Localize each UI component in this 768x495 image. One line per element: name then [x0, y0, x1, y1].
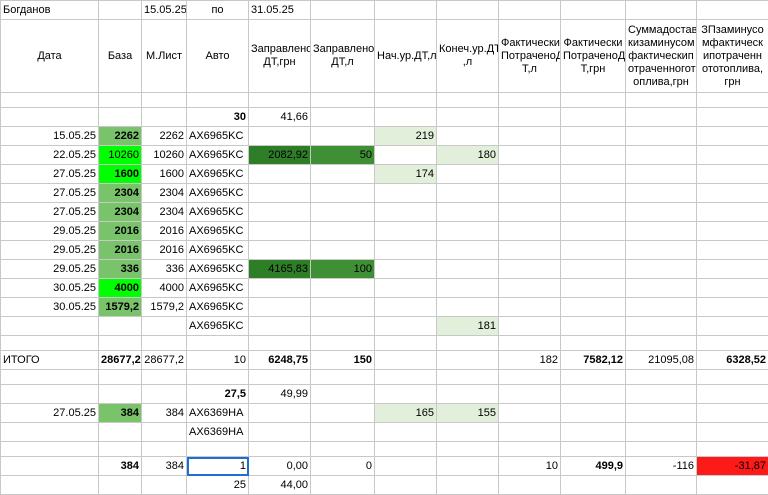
- cell-auto-sum[interactable]: 30: [187, 108, 249, 127]
- spacer-row: [1, 336, 768, 351]
- cell-date-to[interactable]: 31.05.25: [249, 1, 311, 20]
- spacer-row: [1, 93, 768, 108]
- header-cell[interactable]: Дата: [1, 20, 99, 93]
- table-row: 27.05.25 384 384 AX6369HA 165 155: [1, 404, 768, 423]
- itogo-row: ИТОГО 28677,2 28677,2 10 6248,75 150 182…: [1, 351, 768, 370]
- table-row: 15.05.25 2262 2262 AX6965KC 219: [1, 127, 768, 146]
- header-cell[interactable]: Суммадостав кизаминусом фактическип отра…: [626, 20, 697, 93]
- partial-row: 25 44,00: [1, 476, 768, 495]
- table-row: 27.05.25 2304 2304 AX6965KC: [1, 203, 768, 222]
- header-cell[interactable]: Конеч.ур.ДТ ,л: [437, 20, 499, 93]
- header-cell[interactable]: Авто: [187, 20, 249, 93]
- cell-name[interactable]: Богданов: [1, 1, 99, 20]
- subtotal-row: 30 41,66: [1, 108, 768, 127]
- cell-zapr-grn-sum[interactable]: 41,66: [249, 108, 311, 127]
- table-row: 27.05.25 2304 2304 AX6965KC: [1, 184, 768, 203]
- header-cell[interactable]: М.Лист: [142, 20, 187, 93]
- header-cell[interactable]: Фактически ПотраченоД Т,грн: [561, 20, 626, 93]
- cell-date-from[interactable]: 15.05.25: [142, 1, 187, 20]
- table-row: AX6369HA: [1, 423, 768, 442]
- itogo-label[interactable]: ИТОГО: [1, 351, 99, 370]
- subtotal-row: 27,5 49,99: [1, 385, 768, 404]
- selected-cell[interactable]: 1: [187, 457, 249, 476]
- total-row-2: 384 384 1 0,00 0 10 499,9 -116 -31,87: [1, 457, 768, 476]
- top-row: Богданов 15.05.25 по 31.05.25: [1, 1, 768, 20]
- spacer-row: [1, 442, 768, 457]
- table-row: 30.05.25 4000 4000 AX6965KC: [1, 279, 768, 298]
- header-cell[interactable]: База: [99, 20, 142, 93]
- cell-po[interactable]: по: [187, 1, 249, 20]
- table-row: 29.05.25 336 336 AX6965KC 4165,83 100: [1, 260, 768, 279]
- table-row: 29.05.25 2016 2016 AX6965KC: [1, 222, 768, 241]
- spacer-row: [1, 370, 768, 385]
- table-row: AX6965KC 181: [1, 317, 768, 336]
- header-cell[interactable]: Нач.ур.ДТ,л: [375, 20, 437, 93]
- header-cell[interactable]: Заправлено ДТ,грн: [249, 20, 311, 93]
- table-row: 22.05.25 10260 10260 AX6965KC 2082,92 50…: [1, 146, 768, 165]
- sheet-table: Богданов 15.05.25 по 31.05.25 Дата База …: [0, 0, 768, 495]
- table-row: 29.05.25 2016 2016 AX6965KC: [1, 241, 768, 260]
- header-cell[interactable]: ЗПзаминусо мфактическ ипотраченн ототопл…: [697, 20, 768, 93]
- spreadsheet: Богданов 15.05.25 по 31.05.25 Дата База …: [0, 0, 768, 412]
- table-row: 30.05.25 1579,2 1579,2 AX6965KC: [1, 298, 768, 317]
- header-cell[interactable]: Фактически ПотраченоД Т,л: [499, 20, 561, 93]
- header-cell[interactable]: Заправлено ДТ,л: [311, 20, 375, 93]
- header-row: Дата База М.Лист Авто Заправлено ДТ,грн …: [1, 20, 768, 93]
- table-row: 27.05.25 1600 1600 AX6965KC 174: [1, 165, 768, 184]
